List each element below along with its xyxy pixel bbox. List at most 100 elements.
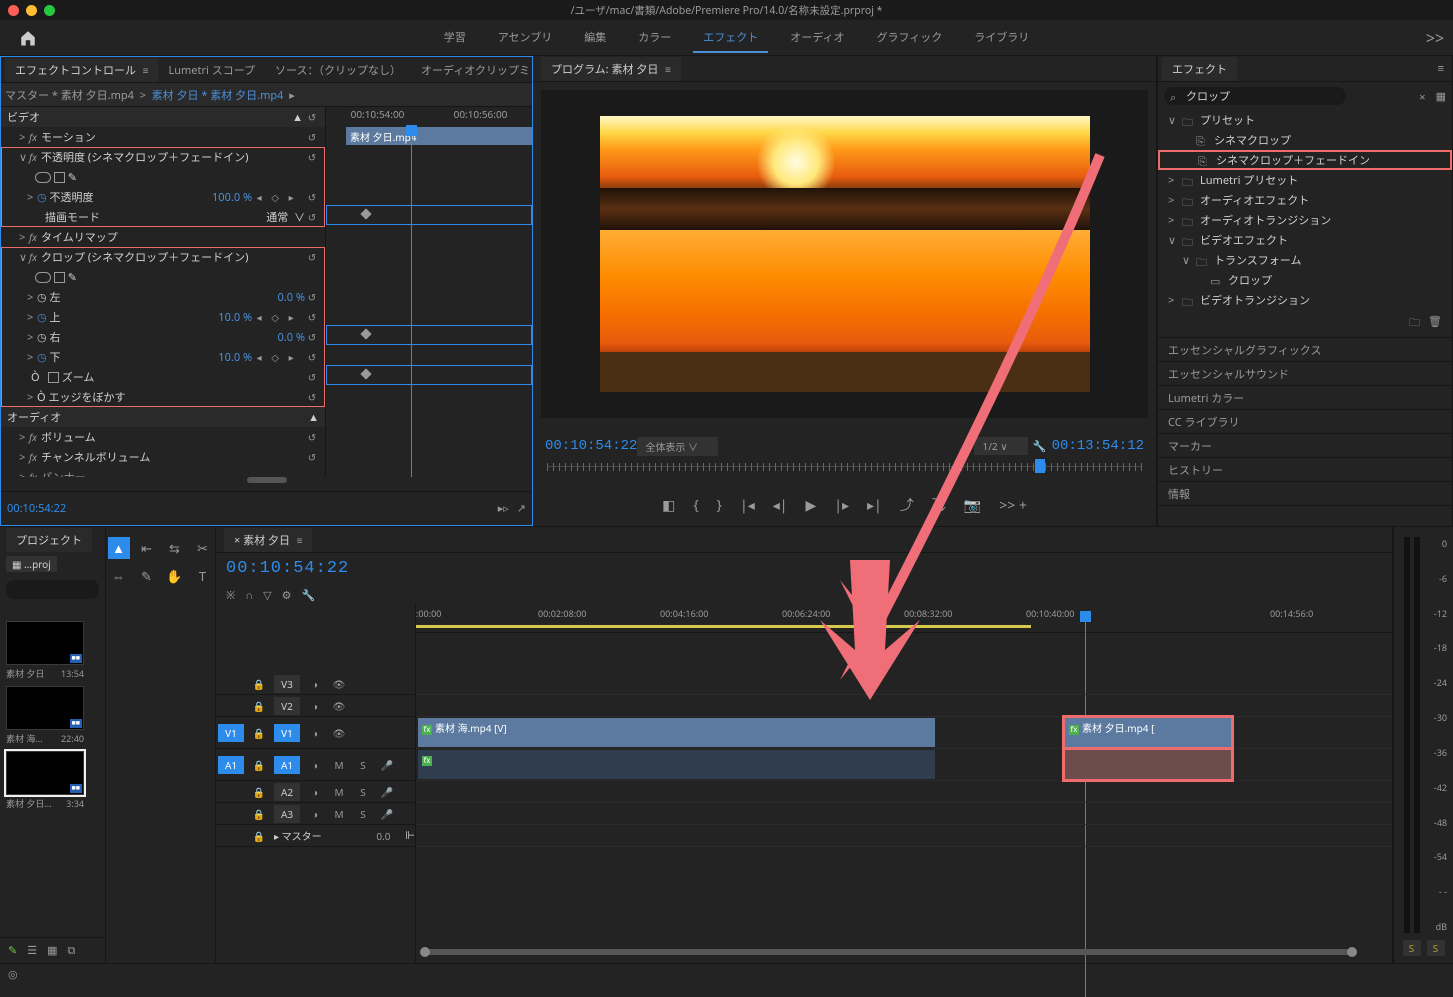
extract-icon[interactable]: ⤵ [932, 495, 946, 515]
workspace-tab-3[interactable]: カラー [628, 23, 681, 53]
track-a1-header[interactable]: A1🔒A1◑MS🎤 [216, 749, 415, 781]
eye-icon[interactable]: 👁 [330, 726, 348, 740]
slip-tool-icon[interactable]: ⇔ [108, 565, 130, 587]
stopwatch-icon[interactable]: ◷ [37, 350, 47, 365]
workspace-overflow[interactable]: >> [1417, 27, 1453, 49]
source-tab-2[interactable]: ソース：（クリップなし） [265, 58, 411, 82]
play-only-icon[interactable]: ▸▹ [498, 501, 509, 516]
hand-tool-icon[interactable]: ✋ [164, 565, 186, 587]
ellipse-mask-icon[interactable] [35, 272, 51, 283]
export-frame-icon[interactable]: 📷 [964, 496, 981, 515]
track-a3-header[interactable]: 🔒A3◑MS🎤 [216, 803, 415, 825]
timeline-zoom-scrollbar[interactable] [420, 949, 1357, 955]
ec-prop-panner[interactable]: >fxパンナー [1, 467, 325, 477]
reset-icon[interactable] [305, 210, 319, 224]
timeline-clip-v1-sea[interactable]: fx素材 海.mp4 [V] [418, 718, 935, 747]
stopwatch-icon[interactable]: ◷ [37, 290, 47, 305]
timeline-ruler[interactable]: :00:0000:02:08:0000:04:16:0000:06:24:000… [416, 603, 1392, 633]
workspace-tab-1[interactable]: アセンブリ [488, 23, 562, 53]
mute-button[interactable]: M [330, 785, 348, 799]
effects-tab[interactable]: エフェクト [1162, 57, 1237, 81]
reset-icon[interactable] [305, 450, 319, 464]
pen-mask-icon[interactable]: ✎ [68, 170, 77, 185]
program-tab[interactable]: プログラム: 素材 夕日 ≡ [541, 57, 681, 81]
eye-icon[interactable]: 👁 [330, 699, 348, 713]
playhead-icon[interactable] [1035, 459, 1045, 473]
workspace-tab-5[interactable]: オーディオ [780, 23, 854, 53]
track-select-tool-icon[interactable]: ⇤ [136, 537, 158, 559]
reset-icon[interactable] [305, 290, 319, 304]
snap-icon[interactable]: ※ [226, 588, 235, 603]
keyframe-icon[interactable] [360, 208, 371, 219]
ec-mask-shapes[interactable]: ✎ [1, 167, 325, 187]
source-a1-patch[interactable]: A1 [218, 756, 244, 774]
voice-over-icon[interactable]: 🎤 [378, 758, 396, 772]
new-bin-icon[interactable]: ▦ [1436, 89, 1446, 104]
eye-icon[interactable]: 👁 [330, 677, 348, 691]
track-v1-header[interactable]: V1🔒V1◑👁 [216, 717, 415, 749]
reset-icon[interactable] [305, 190, 319, 204]
effects-tree-item-3[interactable]: >🗀Lumetri プリセット [1158, 170, 1452, 190]
reset-icon[interactable] [305, 370, 319, 384]
home-icon[interactable] [0, 29, 56, 47]
source-tab-0[interactable]: エフェクトコントロール ≡ [5, 58, 158, 82]
type-tool-icon[interactable]: T [192, 565, 214, 587]
mute-button[interactable]: M [330, 807, 348, 821]
side-panel-5[interactable]: ヒストリー [1158, 458, 1452, 482]
twirl-icon[interactable]: ▲ [292, 110, 303, 125]
rect-mask-icon[interactable] [54, 272, 65, 283]
crop-bottom-value[interactable]: 10.0 % [218, 350, 252, 365]
toggle-output-icon[interactable]: ◑ [306, 726, 324, 740]
reset-icon[interactable] [305, 310, 319, 324]
razor-tool-icon[interactable]: ✂ [192, 537, 214, 559]
ec-crop-left[interactable]: >◷ 左0.0 % [1, 287, 325, 307]
crop-top-value[interactable]: 10.0 % [218, 310, 252, 325]
rect-mask-icon[interactable] [54, 172, 65, 183]
ec-prop-chvolume[interactable]: >fxチャンネルボリューム [1, 447, 325, 467]
voice-over-icon[interactable]: 🎤 [378, 785, 396, 799]
side-panel-4[interactable]: マーカー [1158, 434, 1452, 458]
window-maximize[interactable] [44, 5, 55, 16]
sync-settings-icon[interactable]: ◎ [8, 967, 18, 982]
lock-icon[interactable]: 🔒 [250, 785, 268, 799]
effects-tree-item-6[interactable]: ∨🗀ビデオエフェクト [1158, 230, 1452, 250]
track-v3-header[interactable]: 🔒V3◑👁 [216, 673, 415, 695]
scrollbar-horizontal[interactable] [247, 477, 287, 483]
keyframe-icon[interactable] [360, 328, 371, 339]
effects-tree-item-9[interactable]: >🗀ビデオトランジション [1158, 290, 1452, 310]
opacity-value[interactable]: 100.0 % [212, 190, 252, 205]
icon-view-icon[interactable]: ▦ [47, 943, 57, 958]
lift-icon[interactable]: ⤴ [900, 495, 914, 515]
crop-right-value[interactable]: 0.0 % [277, 330, 305, 345]
toggle-output-icon[interactable]: ◑ [306, 758, 324, 772]
effects-tree-item-8[interactable]: ▭クロップ [1158, 270, 1452, 290]
workspace-tab-0[interactable]: 学習 [434, 23, 476, 53]
track-master-header[interactable]: 🔒▸ マスター0.0 ⊩ [216, 825, 415, 847]
effects-tree-item-5[interactable]: >🗀オーディオトランジション [1158, 210, 1452, 230]
side-panel-0[interactable]: エッセンシャルグラフィックス [1158, 338, 1452, 362]
ec-prop-volume[interactable]: >fxボリューム [1, 427, 325, 447]
toggle-output-icon[interactable]: ◑ [306, 677, 324, 691]
project-tab[interactable]: プロジェクト [6, 528, 92, 552]
ellipse-mask-icon[interactable] [35, 172, 51, 183]
clear-search-icon[interactable]: × [1419, 90, 1425, 105]
lock-icon[interactable]: 🔒 [250, 726, 268, 740]
lock-icon[interactable]: 🔒 [250, 807, 268, 821]
stopwatch-icon[interactable]: ◷ [37, 310, 47, 325]
go-out-icon[interactable]: ▸| [867, 496, 882, 515]
workspace-tab-7[interactable]: ライブラリ [964, 23, 1039, 53]
ec-prop-blend[interactable]: 描画モード 通常 ∨ [1, 207, 325, 227]
solo-button[interactable]: S [354, 785, 372, 799]
solo-button[interactable]: S [354, 758, 372, 772]
reset-icon[interactable] [305, 110, 319, 124]
side-panel-2[interactable]: Lumetri カラー [1158, 386, 1452, 410]
go-in-icon[interactable]: |◂ [740, 496, 755, 515]
ec-prop-motion[interactable]: >fx モーション [1, 127, 325, 147]
workspace-tab-6[interactable]: グラフィック [866, 23, 952, 53]
track-v2-header[interactable]: 🔒V2◑👁 [216, 695, 415, 717]
play-icon[interactable]: ▶ [806, 496, 817, 515]
source-tab-1[interactable]: Lumetri スコープ [158, 58, 265, 82]
effects-tree-item-7[interactable]: ∨🗀トランスフォーム [1158, 250, 1452, 270]
selection-tool-icon[interactable]: ▲ [108, 537, 130, 559]
pen-tool-icon[interactable]: ✎ [136, 565, 158, 587]
